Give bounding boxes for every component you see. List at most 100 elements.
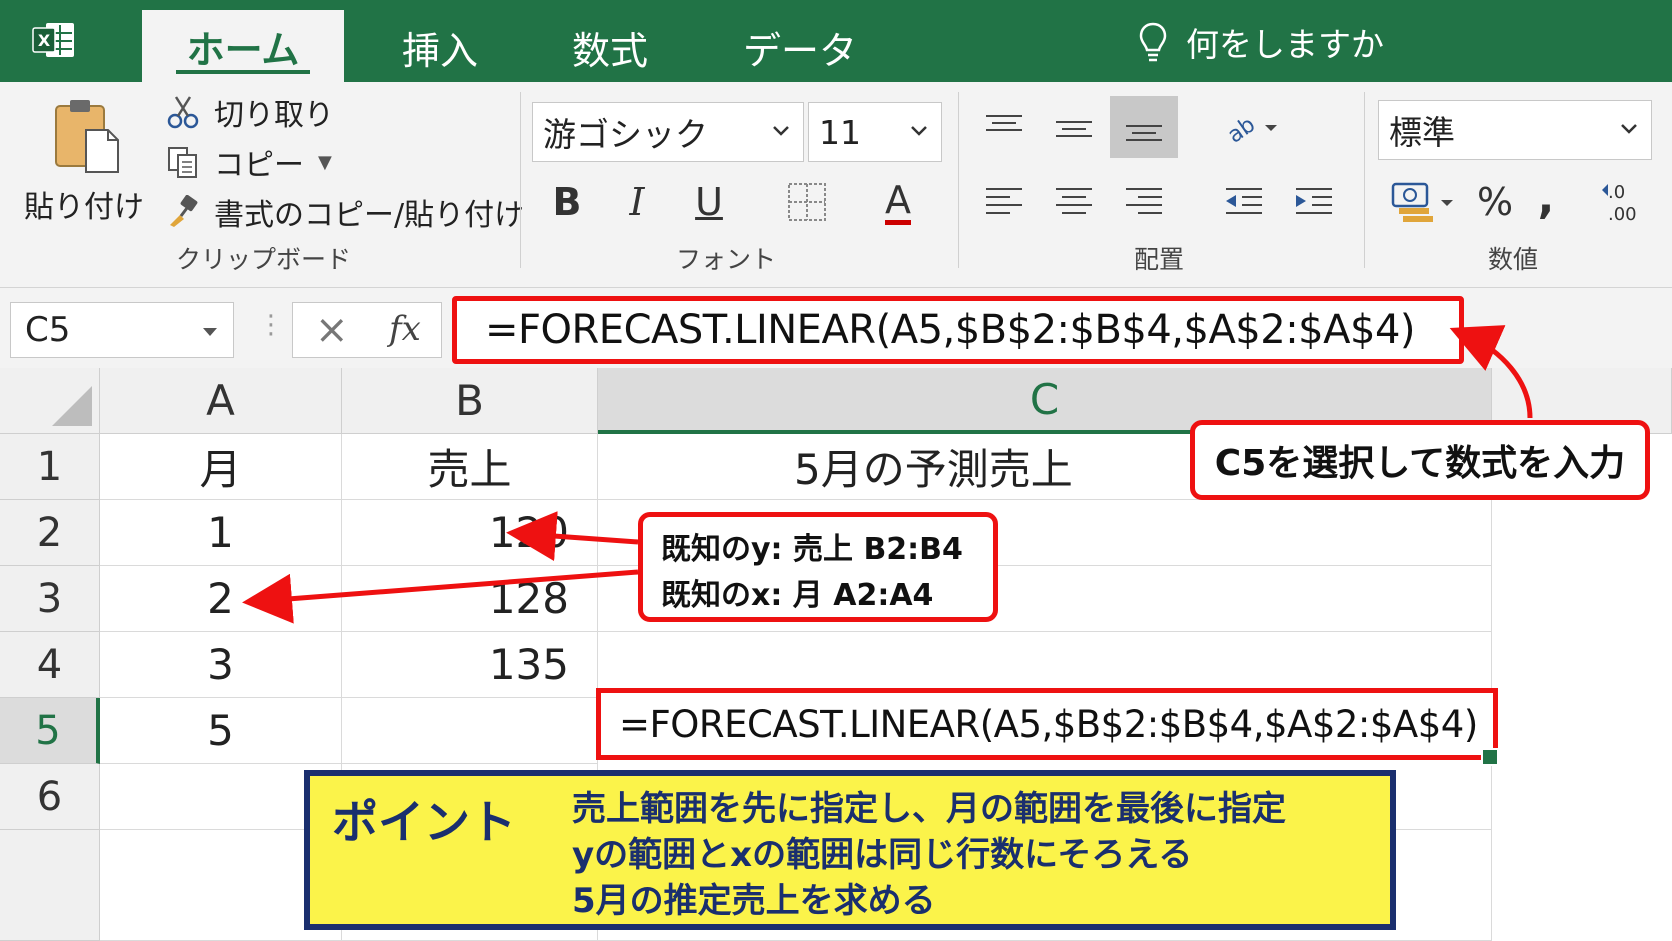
italic-button[interactable]: I [616,174,658,230]
column-header-a[interactable]: A [100,368,342,434]
formula-input[interactable]: =FORECAST.LINEAR(A5,$B$2:$B$4,$A$2:$A$4) [452,296,1464,364]
underline-button[interactable]: U [688,174,730,230]
cell-c5-editor[interactable]: =FORECAST.LINEAR(A5,$B$2:$B$4,$A$2:$A$4) [596,688,1498,760]
svg-text:ab: ab [1223,112,1260,145]
row-header-3[interactable]: 3 [0,566,100,632]
font-color-button[interactable]: A [868,174,928,230]
percent-button[interactable]: % [1470,174,1520,230]
callout-known-ranges: 既知のy: 売上 B2:B4 既知のx: 月 A2:A4 [638,512,998,622]
formula-bar: C5 ⋮ × fx =FORECAST.LINEAR(A5,$B$2:$B$4,… [0,288,1672,368]
borders-icon [788,183,826,221]
formula-bar-grip-icon: ⋮ [258,310,284,340]
align-left-button[interactable] [976,174,1032,230]
ribbon-home: 貼り付け 切り取り コピー ▼ 書式のコピー/貼り付け クリップボード 游ゴシッ… [0,82,1672,288]
number-format-dropdown[interactable]: 標準 [1378,100,1652,160]
paste-label: 貼り付け [24,190,144,225]
bold-button[interactable]: B [546,174,588,230]
clipboard-paste-icon [55,100,119,173]
known-x-label: 既知のx: 月 A2:A4 [661,578,934,613]
tell-me-search[interactable]: 何をしますか [1138,20,1384,64]
lightbulb-icon [1139,22,1167,62]
tab-formulas[interactable]: 数式 [540,12,680,82]
cell-a3[interactable]: 2 [100,566,342,632]
cell-a5[interactable]: 5 [100,698,342,764]
font-group-label: フォント [676,245,777,274]
svg-text:.0: .0 [1608,182,1625,203]
group-divider [520,92,521,268]
name-box[interactable]: C5 [10,302,234,358]
cell-b2[interactable]: 120 [342,500,598,566]
align-top-button[interactable] [976,100,1032,156]
align-right-button[interactable] [1116,174,1172,230]
title-tab-bar: X ホーム 挿入 数式 データ 何をしますか [0,0,1672,82]
increase-indent-icon [1296,188,1332,214]
align-bottom-icon [1126,125,1162,141]
cell-b5[interactable] [342,698,598,764]
copy-icon [168,147,197,178]
fill-handle[interactable] [1481,748,1499,766]
font-size-dropdown[interactable]: 11 [808,102,942,162]
align-middle-button[interactable] [1046,100,1102,156]
cell-b3[interactable]: 128 [342,566,598,632]
row-header-2[interactable]: 2 [0,500,100,566]
column-header-b[interactable]: B [342,368,598,434]
align-center-button[interactable] [1046,174,1102,230]
font-name-dropdown[interactable]: 游ゴシック [532,102,804,162]
select-all-triangle-icon [52,386,92,426]
chevron-down-icon [1621,124,1637,134]
decrease-indent-icon [1226,188,1262,214]
point-line-2: yの範囲とxの範囲は同じ行数にそろえる [572,835,1193,875]
accounting-format-button[interactable] [1382,174,1462,230]
row-header-5[interactable]: 5 [0,698,100,764]
cell-b4[interactable]: 135 [342,632,598,698]
tab-home[interactable]: ホーム [142,10,344,82]
increase-decimal-button[interactable]: .0.00 [1592,174,1652,230]
clipboard-group-label: クリップボード [176,245,352,274]
orientation-button[interactable]: ab [1216,100,1286,156]
row-header-4[interactable]: 4 [0,632,100,698]
tab-insert[interactable]: 挿入 [370,12,510,82]
copy-button[interactable]: コピー ▼ [166,140,332,184]
svg-text:.00: .00 [1608,204,1637,225]
point-title: ポイント [332,795,516,849]
chevron-down-icon [203,328,217,336]
align-top-icon [986,115,1022,131]
number-format-value: 標準 [1389,113,1455,152]
callout-input-instruction: C5を選択して数式を入力 [1190,420,1650,500]
cut-button[interactable]: 切り取り [166,90,334,134]
known-y-label: 既知のy: 売上 B2:B4 [661,532,963,567]
increase-indent-button[interactable] [1286,174,1342,230]
align-right-icon [1126,188,1162,214]
chevron-down-icon: ▼ [318,151,332,173]
row-header-1[interactable]: 1 [0,434,100,500]
tell-me-label: 何をしますか [1186,25,1384,64]
number-group-label: 数値 [1488,245,1539,274]
scissors-icon [167,96,199,129]
chevron-down-icon [911,126,927,136]
insert-function-button[interactable]: fx [389,309,421,349]
select-all-button[interactable] [0,368,100,434]
row-header-7[interactable] [0,830,100,941]
decrease-indent-button[interactable] [1216,174,1272,230]
text-orientation-icon: ab [1223,112,1277,145]
formula-controls: × fx [292,302,442,358]
point-lines: 売上範囲を先に指定し、月の範囲を最後に指定 yの範囲とxの範囲は同じ行数にそろえ… [572,786,1286,924]
cancel-button[interactable]: × [315,307,349,353]
point-line-3: 5月の推定売上を求める [572,881,936,921]
align-left-icon [986,188,1022,214]
row-header-6[interactable]: 6 [0,764,100,830]
tab-data[interactable]: データ [710,12,890,82]
format-painter-label: 書式のコピー/貼り付け [214,198,525,233]
cell-a2[interactable]: 1 [100,500,342,566]
align-bottom-button[interactable] [1110,96,1178,158]
comma-style-button[interactable]: , [1526,170,1566,226]
cell-a1[interactable]: 月 [100,434,342,500]
cell-b1[interactable]: 売上 [342,434,598,500]
point-line-1: 売上範囲を先に指定し、月の範囲を最後に指定 [572,789,1286,829]
svg-text:X: X [38,31,51,50]
cut-label: 切り取り [214,98,334,133]
format-painter-button[interactable]: 書式のコピー/貼り付け [166,190,524,234]
cell-a4[interactable]: 3 [100,632,342,698]
currency-icon [1391,182,1453,222]
borders-button[interactable] [772,174,842,230]
